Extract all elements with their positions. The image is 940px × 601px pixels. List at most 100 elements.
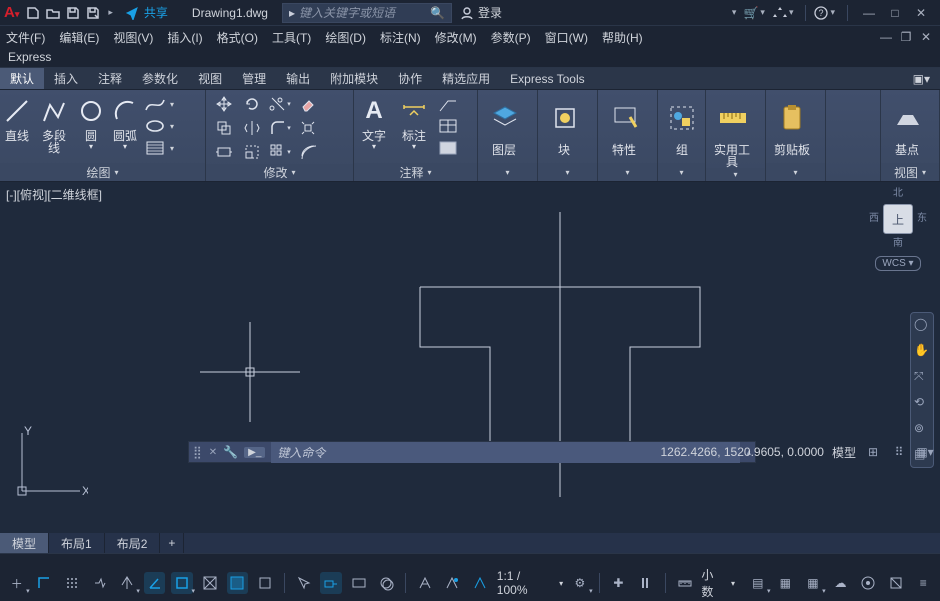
- panel-block[interactable]: 块 ▾: [538, 90, 598, 181]
- icon-explode[interactable]: [294, 116, 322, 140]
- close-button[interactable]: ✕: [910, 5, 932, 21]
- mdi-close[interactable]: ✕: [918, 30, 934, 44]
- sb-snap[interactable]: [89, 572, 111, 594]
- tab-add[interactable]: +: [160, 533, 184, 553]
- tab-model[interactable]: 模型: [0, 533, 49, 553]
- drawing-area[interactable]: [-][俯视][二维线框] X Y 北 西 上 东 南 WCS ▾ ◯: [0, 182, 940, 533]
- mdi-restore[interactable]: ❐: [898, 30, 914, 44]
- icon-move[interactable]: [210, 92, 238, 116]
- panel-utils[interactable]: 实用工具 ▾: [706, 90, 766, 181]
- search-icon[interactable]: 🔍: [430, 6, 445, 20]
- btn-circle[interactable]: 圆▾: [74, 90, 108, 163]
- sb-osnap[interactable]: ▾: [171, 572, 193, 594]
- maximize-button[interactable]: □: [884, 5, 906, 21]
- btn-polyline[interactable]: 多段线: [34, 90, 74, 163]
- panel-group[interactable]: 组 ▾: [658, 90, 706, 181]
- icon-array[interactable]: ▾: [266, 140, 294, 164]
- sb-perf[interactable]: [635, 572, 657, 594]
- menu-modify[interactable]: 修改(M): [435, 29, 477, 46]
- sb-grid[interactable]: [61, 572, 83, 594]
- tab-annotate[interactable]: 注释: [88, 68, 132, 89]
- space-label[interactable]: 模型: [832, 444, 856, 461]
- tab-view[interactable]: 视图: [188, 68, 232, 89]
- panel-clipboard[interactable]: 剪贴板 ▾: [766, 90, 826, 181]
- panel-annotate-label[interactable]: 注释▾: [354, 163, 477, 181]
- cmd-customize[interactable]: 🔧: [223, 445, 238, 459]
- tab-layout2[interactable]: 布局2: [105, 533, 161, 553]
- panel-base[interactable]: 基点 视图▾: [880, 90, 940, 181]
- cmd-close[interactable]: ✕: [209, 447, 217, 458]
- search-box[interactable]: ▸ 键入关键字或短语 🔍: [282, 3, 452, 23]
- nav-orbit[interactable]: ⟲: [914, 395, 930, 411]
- sb-sel[interactable]: [293, 572, 315, 594]
- panel-modify-label[interactable]: 修改▾: [206, 164, 353, 181]
- menu-draw[interactable]: 绘图(D): [325, 29, 366, 46]
- icon-hatch[interactable]: [144, 139, 166, 157]
- coords-readout[interactable]: 1262.4266, 1520.9605, 0.0000: [660, 445, 824, 459]
- icon-erase[interactable]: [294, 92, 322, 116]
- icon-table[interactable]: [438, 118, 458, 134]
- sb-ws[interactable]: ✚: [608, 572, 630, 594]
- sb-zoom[interactable]: 1:1 / 100%: [497, 569, 553, 597]
- sb-layout2[interactable]: ▦▾: [802, 572, 824, 594]
- tab-default[interactable]: 默认: [0, 68, 44, 89]
- icon-rotate[interactable]: [238, 92, 266, 116]
- btn-dim[interactable]: 标注▾: [394, 90, 434, 163]
- help-icon[interactable]: ?: [812, 6, 830, 20]
- menu-param[interactable]: 参数(P): [491, 29, 531, 46]
- ribbon-focus[interactable]: ▣▾: [903, 68, 940, 89]
- nav-full[interactable]: ◯: [914, 317, 930, 333]
- sb-polar[interactable]: ▾: [116, 572, 138, 594]
- panel-draw-label[interactable]: 绘图▾: [0, 163, 205, 181]
- tab-parametric[interactable]: 参数化: [132, 68, 188, 89]
- sb-plus[interactable]: ＋▾: [6, 572, 28, 594]
- menu-help[interactable]: 帮助(H): [602, 29, 643, 46]
- sb-trans[interactable]: [254, 572, 276, 594]
- menu-insert[interactable]: 插入(I): [167, 29, 202, 46]
- menu-view[interactable]: 视图(V): [113, 29, 153, 46]
- icon-stretch[interactable]: [210, 140, 238, 164]
- btn-text[interactable]: A 文字▾: [354, 90, 394, 163]
- sb-hardware[interactable]: [857, 572, 879, 594]
- share-button[interactable]: 共享: [124, 4, 168, 21]
- ucs-icon[interactable]: X Y: [10, 425, 88, 503]
- sb-dyn[interactable]: [320, 572, 342, 594]
- sb-quick[interactable]: ▤▾: [747, 572, 769, 594]
- icon-copy[interactable]: [210, 116, 238, 140]
- sb-custom[interactable]: ≡: [912, 572, 934, 594]
- sb-units[interactable]: 小数: [701, 566, 725, 600]
- nav-pan[interactable]: ✋: [914, 343, 930, 359]
- wcs-label[interactable]: WCS ▾: [875, 256, 920, 271]
- icon-fillet[interactable]: ▾: [266, 116, 294, 140]
- icon-trim[interactable]: ▾: [266, 92, 294, 116]
- sb-cycle[interactable]: [376, 572, 398, 594]
- tab-insert[interactable]: 插入: [44, 68, 88, 89]
- sb-lwt[interactable]: [227, 572, 249, 594]
- panel-properties[interactable]: 特性 ▾: [598, 90, 658, 181]
- sb-qp[interactable]: [348, 572, 370, 594]
- tab-output[interactable]: 输出: [276, 68, 320, 89]
- panel-view-label[interactable]: 视图▾: [881, 163, 939, 181]
- icon-ellipse[interactable]: [144, 117, 166, 135]
- sb-iso[interactable]: ☁: [830, 572, 852, 594]
- sb-layout[interactable]: ▦: [775, 572, 797, 594]
- viewcube[interactable]: 北 西 上 东 南 WCS ▾: [866, 188, 930, 280]
- tab-collab[interactable]: 协作: [388, 68, 432, 89]
- menu-edit[interactable]: 编辑(E): [59, 29, 99, 46]
- grid-btn3[interactable]: ▦▾: [916, 443, 934, 461]
- viewcube-top[interactable]: 上: [883, 204, 913, 234]
- tab-manage[interactable]: 管理: [232, 68, 276, 89]
- sb-3dosnap[interactable]: [199, 572, 221, 594]
- icon-mirror[interactable]: [238, 116, 266, 140]
- sb-ruler[interactable]: [674, 572, 696, 594]
- express-menu[interactable]: Express: [0, 48, 940, 68]
- icon-cloud[interactable]: [438, 140, 458, 156]
- sb-ortho[interactable]: [34, 572, 56, 594]
- icon-leader[interactable]: [438, 97, 458, 113]
- menu-format[interactable]: 格式(O): [217, 29, 258, 46]
- menu-file[interactable]: 文件(F): [6, 29, 45, 46]
- btn-line[interactable]: 直线: [0, 90, 34, 163]
- new-icon[interactable]: [25, 5, 41, 21]
- nav-steering[interactable]: ⊚: [914, 421, 930, 437]
- tab-featured[interactable]: 精选应用: [432, 68, 500, 89]
